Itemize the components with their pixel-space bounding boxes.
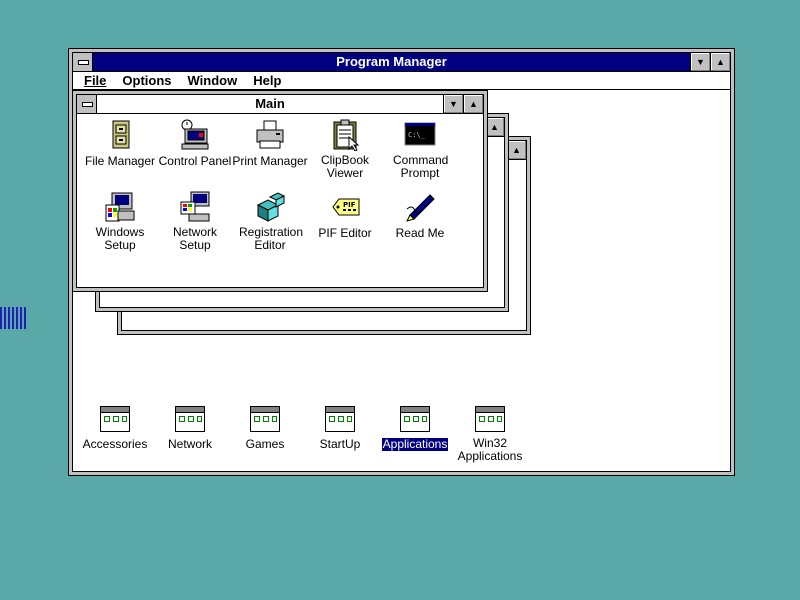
program-label: ClipBook Viewer xyxy=(320,153,370,180)
network-setup-icon xyxy=(179,191,211,223)
pif-editor-icon: PIF xyxy=(329,191,361,223)
program-group-icon xyxy=(250,406,280,432)
group-icon-applications[interactable]: Applications xyxy=(375,406,455,451)
menu-help-label: Help xyxy=(253,73,282,88)
printer-icon xyxy=(254,119,286,151)
clipbook-icon xyxy=(329,119,361,152)
menu-bar: File Options Window Help xyxy=(73,72,730,90)
program-label: Command Prompt xyxy=(393,153,449,180)
minimize-button[interactable]: ▼ xyxy=(443,95,463,113)
up-arrow-icon: ▲ xyxy=(512,145,521,155)
windows-setup-icon xyxy=(104,191,136,223)
file-cabinet-icon xyxy=(104,119,136,151)
main-titlebar[interactable]: Main ▼ ▲ xyxy=(77,95,483,114)
menu-window[interactable]: Window xyxy=(183,72,243,89)
down-arrow-icon: ▼ xyxy=(696,57,705,67)
program-group-icon xyxy=(400,406,430,432)
read-me-icon xyxy=(404,191,436,223)
menu-options-label: Options xyxy=(122,73,172,88)
system-menu-button[interactable] xyxy=(73,53,93,71)
menu-help[interactable]: Help xyxy=(248,72,286,89)
program-manager-titlebar[interactable]: Program Manager ▼ ▲ xyxy=(73,53,730,72)
command-prompt-text: C:\_ xyxy=(408,131,426,139)
pif-tag-text: PIF xyxy=(343,201,356,209)
program-label: Windows Setup xyxy=(95,225,145,252)
main-group-window: Main ▼ ▲ File Manager Control Panel Prin… xyxy=(72,90,488,292)
program-print-manager[interactable]: Print Manager xyxy=(230,119,310,168)
control-panel-icon xyxy=(179,119,211,151)
program-pif-editor[interactable]: PIF PIF Editor xyxy=(305,191,385,240)
program-group-icon xyxy=(100,406,130,432)
program-group-icon xyxy=(175,406,205,432)
maximize-button[interactable]: ▲ xyxy=(506,141,526,159)
program-clipbook-viewer[interactable]: ClipBook Viewer xyxy=(305,119,385,180)
program-registration-editor[interactable]: Registration Editor xyxy=(230,191,310,252)
group-label: Win32 Applications xyxy=(457,436,523,463)
program-control-panel[interactable]: Control Panel xyxy=(155,119,235,168)
program-label: Print Manager xyxy=(232,154,308,168)
program-file-manager[interactable]: File Manager xyxy=(80,119,160,168)
group-label: Applications xyxy=(381,437,449,451)
program-windows-setup[interactable]: Windows Setup xyxy=(80,191,160,252)
up-arrow-icon: ▲ xyxy=(490,122,499,132)
group-icon-startup[interactable]: StartUp xyxy=(300,406,380,451)
program-group-icon xyxy=(475,406,505,432)
group-icon-accessories[interactable]: Accessories xyxy=(75,406,155,451)
group-label: Network xyxy=(167,437,212,451)
registry-editor-icon xyxy=(254,191,286,223)
main-window-title: Main xyxy=(255,96,285,111)
main-client: File Manager Control Panel Print Manager… xyxy=(77,115,483,287)
group-label: StartUp xyxy=(319,437,361,451)
maximize-button[interactable]: ▲ xyxy=(710,53,730,71)
program-command-prompt[interactable]: C:\_ Command Prompt xyxy=(380,119,460,180)
group-icon-network[interactable]: Network xyxy=(150,406,230,451)
up-arrow-icon: ▲ xyxy=(716,57,725,67)
minimize-button[interactable]: ▼ xyxy=(690,53,710,71)
program-label: File Manager xyxy=(84,154,156,168)
command-prompt-icon: C:\_ xyxy=(404,119,436,151)
program-label: Network Setup xyxy=(172,225,217,252)
group-icon-win32-applications[interactable]: Win32 Applications xyxy=(450,406,530,463)
down-arrow-icon: ▼ xyxy=(449,99,458,109)
window-title: Program Manager xyxy=(336,54,447,69)
up-arrow-icon: ▲ xyxy=(469,99,478,109)
program-label: Read Me xyxy=(395,226,445,240)
program-label: Control Panel xyxy=(158,154,232,168)
menu-options[interactable]: Options xyxy=(117,72,176,89)
desktop-artifact xyxy=(0,307,28,329)
group-label: Games xyxy=(245,437,285,451)
menu-file-label: File xyxy=(84,73,107,88)
program-network-setup[interactable]: Network Setup xyxy=(155,191,235,252)
menu-window-label: Window xyxy=(187,73,238,88)
menu-file[interactable]: File xyxy=(79,72,111,89)
group-icon-games[interactable]: Games xyxy=(225,406,305,451)
group-label: Accessories xyxy=(82,437,148,451)
program-read-me[interactable]: Read Me xyxy=(380,191,460,240)
program-label: PIF Editor xyxy=(318,226,372,240)
maximize-button[interactable]: ▲ xyxy=(463,95,483,113)
program-group-icon xyxy=(325,406,355,432)
system-menu-button[interactable] xyxy=(77,95,97,113)
program-label: Registration Editor xyxy=(239,225,304,252)
